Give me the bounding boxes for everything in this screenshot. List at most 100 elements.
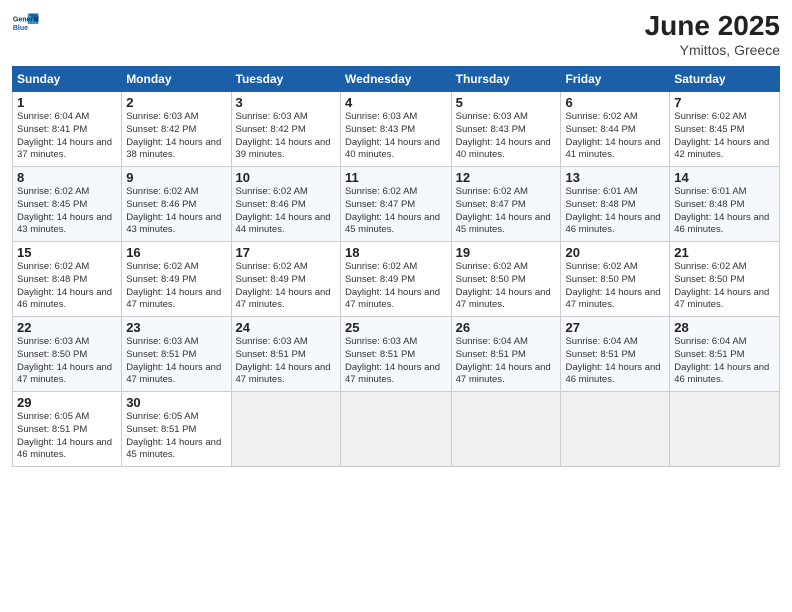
- day-cell: 10 Sunrise: 6:02 AM Sunset: 8:46 PM Dayl…: [231, 167, 340, 242]
- day-number: 9: [126, 170, 226, 185]
- day-number: 14: [674, 170, 775, 185]
- header: General Blue June 2025 Ymittos, Greece: [12, 10, 780, 58]
- day-info: Sunrise: 6:01 AM Sunset: 8:48 PM Dayligh…: [565, 186, 665, 237]
- day-number: 8: [17, 170, 117, 185]
- day-cell: 1 Sunrise: 6:04 AM Sunset: 8:41 PM Dayli…: [13, 92, 122, 167]
- day-number: 20: [565, 245, 665, 260]
- page-container: General Blue June 2025 Ymittos, Greece S…: [0, 0, 792, 612]
- day-cell: 24 Sunrise: 6:03 AM Sunset: 8:51 PM Dayl…: [231, 317, 340, 392]
- week-row-3: 15 Sunrise: 6:02 AM Sunset: 8:48 PM Dayl…: [13, 242, 780, 317]
- day-number: 3: [236, 95, 336, 110]
- svg-text:General: General: [13, 16, 39, 23]
- day-number: 21: [674, 245, 775, 260]
- day-info: Sunrise: 6:02 AM Sunset: 8:48 PM Dayligh…: [17, 261, 117, 312]
- day-info: Sunrise: 6:02 AM Sunset: 8:46 PM Dayligh…: [236, 186, 336, 237]
- day-cell: [670, 392, 780, 467]
- day-cell: [561, 392, 670, 467]
- day-number: 11: [345, 170, 447, 185]
- day-number: 24: [236, 320, 336, 335]
- svg-text:Blue: Blue: [13, 25, 28, 32]
- col-tuesday: Tuesday: [231, 67, 340, 92]
- day-info: Sunrise: 6:02 AM Sunset: 8:46 PM Dayligh…: [126, 186, 226, 237]
- day-info: Sunrise: 6:02 AM Sunset: 8:50 PM Dayligh…: [565, 261, 665, 312]
- day-cell: [451, 392, 561, 467]
- day-info: Sunrise: 6:02 AM Sunset: 8:50 PM Dayligh…: [456, 261, 557, 312]
- day-cell: 4 Sunrise: 6:03 AM Sunset: 8:43 PM Dayli…: [340, 92, 451, 167]
- day-cell: 26 Sunrise: 6:04 AM Sunset: 8:51 PM Dayl…: [451, 317, 561, 392]
- day-number: 29: [17, 395, 117, 410]
- col-thursday: Thursday: [451, 67, 561, 92]
- day-cell: 12 Sunrise: 6:02 AM Sunset: 8:47 PM Dayl…: [451, 167, 561, 242]
- header-row: Sunday Monday Tuesday Wednesday Thursday…: [13, 67, 780, 92]
- day-number: 22: [17, 320, 117, 335]
- day-cell: 3 Sunrise: 6:03 AM Sunset: 8:42 PM Dayli…: [231, 92, 340, 167]
- day-number: 4: [345, 95, 447, 110]
- day-cell: 7 Sunrise: 6:02 AM Sunset: 8:45 PM Dayli…: [670, 92, 780, 167]
- day-cell: 28 Sunrise: 6:04 AM Sunset: 8:51 PM Dayl…: [670, 317, 780, 392]
- day-cell: 22 Sunrise: 6:03 AM Sunset: 8:50 PM Dayl…: [13, 317, 122, 392]
- day-number: 10: [236, 170, 336, 185]
- day-cell: 8 Sunrise: 6:02 AM Sunset: 8:45 PM Dayli…: [13, 167, 122, 242]
- day-cell: 25 Sunrise: 6:03 AM Sunset: 8:51 PM Dayl…: [340, 317, 451, 392]
- day-number: 23: [126, 320, 226, 335]
- day-cell: 15 Sunrise: 6:02 AM Sunset: 8:48 PM Dayl…: [13, 242, 122, 317]
- day-cell: 5 Sunrise: 6:03 AM Sunset: 8:43 PM Dayli…: [451, 92, 561, 167]
- day-cell: 18 Sunrise: 6:02 AM Sunset: 8:49 PM Dayl…: [340, 242, 451, 317]
- col-sunday: Sunday: [13, 67, 122, 92]
- day-info: Sunrise: 6:03 AM Sunset: 8:42 PM Dayligh…: [236, 111, 336, 162]
- day-cell: 6 Sunrise: 6:02 AM Sunset: 8:44 PM Dayli…: [561, 92, 670, 167]
- day-info: Sunrise: 6:04 AM Sunset: 8:41 PM Dayligh…: [17, 111, 117, 162]
- day-number: 17: [236, 245, 336, 260]
- day-number: 5: [456, 95, 557, 110]
- day-cell: [340, 392, 451, 467]
- day-info: Sunrise: 6:05 AM Sunset: 8:51 PM Dayligh…: [126, 411, 226, 462]
- day-info: Sunrise: 6:03 AM Sunset: 8:51 PM Dayligh…: [236, 336, 336, 387]
- day-number: 27: [565, 320, 665, 335]
- day-number: 15: [17, 245, 117, 260]
- day-number: 30: [126, 395, 226, 410]
- week-row-4: 22 Sunrise: 6:03 AM Sunset: 8:50 PM Dayl…: [13, 317, 780, 392]
- day-info: Sunrise: 6:04 AM Sunset: 8:51 PM Dayligh…: [565, 336, 665, 387]
- day-info: Sunrise: 6:02 AM Sunset: 8:44 PM Dayligh…: [565, 111, 665, 162]
- day-info: Sunrise: 6:02 AM Sunset: 8:47 PM Dayligh…: [345, 186, 447, 237]
- col-friday: Friday: [561, 67, 670, 92]
- month-title: June 2025: [645, 10, 780, 42]
- logo-icon: General Blue: [12, 10, 40, 38]
- day-cell: 19 Sunrise: 6:02 AM Sunset: 8:50 PM Dayl…: [451, 242, 561, 317]
- day-cell: 2 Sunrise: 6:03 AM Sunset: 8:42 PM Dayli…: [122, 92, 231, 167]
- week-row-2: 8 Sunrise: 6:02 AM Sunset: 8:45 PM Dayli…: [13, 167, 780, 242]
- day-cell: 14 Sunrise: 6:01 AM Sunset: 8:48 PM Dayl…: [670, 167, 780, 242]
- day-number: 13: [565, 170, 665, 185]
- week-row-5: 29 Sunrise: 6:05 AM Sunset: 8:51 PM Dayl…: [13, 392, 780, 467]
- day-cell: 30 Sunrise: 6:05 AM Sunset: 8:51 PM Dayl…: [122, 392, 231, 467]
- day-cell: 27 Sunrise: 6:04 AM Sunset: 8:51 PM Dayl…: [561, 317, 670, 392]
- day-info: Sunrise: 6:03 AM Sunset: 8:51 PM Dayligh…: [345, 336, 447, 387]
- day-info: Sunrise: 6:02 AM Sunset: 8:49 PM Dayligh…: [126, 261, 226, 312]
- day-info: Sunrise: 6:02 AM Sunset: 8:47 PM Dayligh…: [456, 186, 557, 237]
- day-cell: 21 Sunrise: 6:02 AM Sunset: 8:50 PM Dayl…: [670, 242, 780, 317]
- day-info: Sunrise: 6:03 AM Sunset: 8:50 PM Dayligh…: [17, 336, 117, 387]
- day-info: Sunrise: 6:01 AM Sunset: 8:48 PM Dayligh…: [674, 186, 775, 237]
- day-info: Sunrise: 6:03 AM Sunset: 8:42 PM Dayligh…: [126, 111, 226, 162]
- day-info: Sunrise: 6:03 AM Sunset: 8:51 PM Dayligh…: [126, 336, 226, 387]
- week-row-1: 1 Sunrise: 6:04 AM Sunset: 8:41 PM Dayli…: [13, 92, 780, 167]
- day-number: 1: [17, 95, 117, 110]
- day-number: 18: [345, 245, 447, 260]
- day-cell: 20 Sunrise: 6:02 AM Sunset: 8:50 PM Dayl…: [561, 242, 670, 317]
- col-saturday: Saturday: [670, 67, 780, 92]
- day-info: Sunrise: 6:02 AM Sunset: 8:50 PM Dayligh…: [674, 261, 775, 312]
- day-info: Sunrise: 6:04 AM Sunset: 8:51 PM Dayligh…: [674, 336, 775, 387]
- col-monday: Monday: [122, 67, 231, 92]
- day-cell: 16 Sunrise: 6:02 AM Sunset: 8:49 PM Dayl…: [122, 242, 231, 317]
- day-info: Sunrise: 6:05 AM Sunset: 8:51 PM Dayligh…: [17, 411, 117, 462]
- day-number: 28: [674, 320, 775, 335]
- day-number: 16: [126, 245, 226, 260]
- day-info: Sunrise: 6:02 AM Sunset: 8:49 PM Dayligh…: [236, 261, 336, 312]
- day-info: Sunrise: 6:02 AM Sunset: 8:49 PM Dayligh…: [345, 261, 447, 312]
- logo: General Blue: [12, 10, 40, 38]
- day-cell: 23 Sunrise: 6:03 AM Sunset: 8:51 PM Dayl…: [122, 317, 231, 392]
- day-cell: 11 Sunrise: 6:02 AM Sunset: 8:47 PM Dayl…: [340, 167, 451, 242]
- day-cell: 29 Sunrise: 6:05 AM Sunset: 8:51 PM Dayl…: [13, 392, 122, 467]
- day-cell: 13 Sunrise: 6:01 AM Sunset: 8:48 PM Dayl…: [561, 167, 670, 242]
- calendar-table: Sunday Monday Tuesday Wednesday Thursday…: [12, 66, 780, 467]
